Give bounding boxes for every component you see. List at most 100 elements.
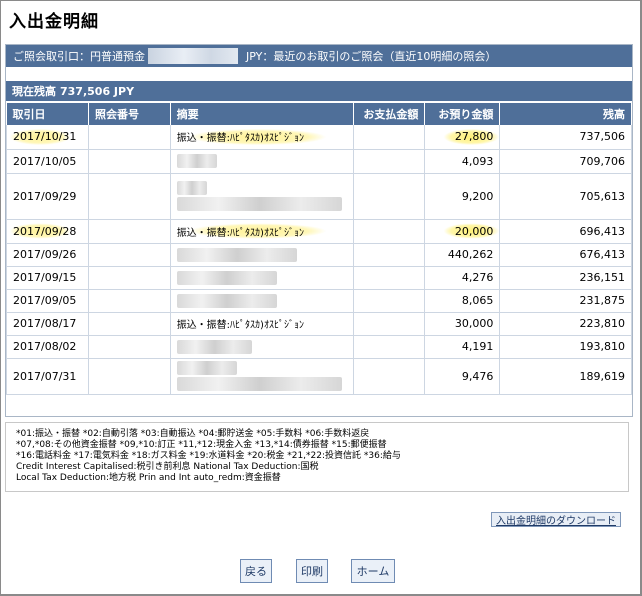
balance-label: 現在残高 — [12, 85, 56, 98]
masked-desc — [176, 247, 297, 262]
row-withdraw — [352, 173, 426, 220]
row-date: 2017/09/29 — [6, 173, 89, 220]
masked-desc — [176, 154, 217, 168]
row-ref — [87, 243, 171, 267]
table-header-row: 取引日 照会番号 摘要 お支払金額 お預り金額 残高 — [6, 103, 632, 125]
row-ref — [87, 125, 171, 150]
balance-amount: 737,506 JPY — [60, 84, 135, 98]
row-ref — [87, 358, 171, 395]
row-balance: 696,413 — [499, 219, 632, 244]
masked-desc — [176, 270, 277, 285]
row-deposit: 27,800 — [424, 125, 501, 150]
masked-desc — [176, 377, 342, 391]
masked-desc — [176, 181, 207, 195]
back-button[interactable]: 戻る — [240, 559, 272, 583]
row-ref — [87, 219, 171, 244]
row-balance: 236,151 — [499, 266, 632, 290]
row-deposit: 20,000 — [424, 219, 501, 244]
row-withdraw — [352, 219, 426, 244]
row-desc-masked — [169, 358, 354, 395]
header-desc: 摘要 — [170, 103, 354, 125]
legend-line: Credit Interest Capitalised:税引き前利息 Natio… — [16, 462, 319, 472]
row-ref — [87, 312, 171, 336]
download-statement-link[interactable]: 入出金明細のダウンロード — [491, 512, 621, 527]
row-withdraw — [352, 243, 426, 267]
row-desc: 振込・振替:ﾊﾋﾟﾀｽｶ)ｵｽﾋﾟｼﾞｮﾝ — [169, 312, 354, 336]
row-balance: 231,875 — [499, 289, 632, 313]
row-withdraw — [352, 312, 426, 336]
row-deposit: 8,065 — [424, 289, 501, 313]
table-row: 2017/09/05 8,065 231,875 — [6, 289, 632, 313]
header-withdraw: お支払金額 — [353, 103, 426, 125]
row-desc-masked — [169, 243, 354, 267]
row-deposit: 9,476 — [424, 358, 501, 395]
row-deposit: 440,262 — [424, 243, 501, 267]
table-row: 2017/09/28 振込・振替:ﾊﾋﾟﾀｽｶ)ｵｽﾋﾟｼﾞｮﾝ 20,000 … — [6, 219, 632, 244]
row-date: 2017/10/05 — [6, 149, 89, 174]
row-deposit: 30,000 — [424, 312, 501, 336]
header-deposit: お預り金額 — [424, 103, 501, 125]
row-date: 2017/09/26 — [6, 243, 89, 267]
row-deposit: 4,191 — [424, 335, 501, 359]
masked-account-number — [148, 48, 238, 64]
row-balance: 737,506 — [499, 125, 632, 150]
table-row: 2017/08/17 振込・振替:ﾊﾋﾟﾀｽｶ)ｵｽﾋﾟｼﾞｮﾝ 30,000 … — [6, 312, 632, 336]
row-balance: 189,619 — [499, 358, 632, 395]
row-ref — [87, 173, 171, 220]
row-deposit: 9,200 — [424, 173, 501, 220]
table-row: 2017/07/31 9,476 189,619 — [6, 358, 632, 395]
row-date: 2017/09/15 — [6, 266, 89, 290]
row-withdraw — [352, 125, 426, 150]
page-title: 入出金明細 — [9, 12, 99, 32]
row-desc: 振込・振替:ﾊﾋﾟﾀｽｶ)ｵｽﾋﾟｼﾞｮﾝ — [169, 219, 354, 244]
row-deposit: 4,276 — [424, 266, 501, 290]
masked-desc — [176, 361, 237, 375]
row-balance: 705,613 — [499, 173, 632, 220]
row-withdraw — [352, 149, 426, 174]
row-deposit: 4,093 — [424, 149, 501, 174]
row-desc-masked — [169, 335, 354, 359]
legend-line: Local Tax Deduction:地方税 Prin and Int aut… — [16, 473, 281, 483]
table-row: 2017/09/26 440,262 676,413 — [6, 243, 632, 267]
row-date: 2017/10/31 — [6, 125, 89, 150]
account-label: ご照会取引口：円普通預金 — [13, 50, 145, 63]
row-desc-masked — [169, 266, 354, 290]
masked-desc — [176, 339, 252, 354]
account-info-bar: ご照会取引口：円普通預金 JPY：最近のお取引のご照会（直近10明細の照会） — [6, 45, 632, 67]
account-currency-info: JPY：最近のお取引のご照会（直近10明細の照会） — [246, 50, 497, 63]
print-button[interactable]: 印刷 — [296, 559, 328, 583]
transaction-code-legend: *01:振込・振替 *02:自動引落 *03:自動振込 *04:郵貯送金 *05… — [5, 422, 629, 492]
row-date: 2017/08/02 — [6, 335, 89, 359]
row-withdraw — [352, 289, 426, 313]
row-desc-masked — [169, 289, 354, 313]
row-date: 2017/08/17 — [6, 312, 89, 336]
table-row: 2017/09/29 9,200 705,613 — [6, 173, 632, 220]
row-desc: 振込・振替:ﾊﾋﾟﾀｽｶ)ｵｽﾋﾟｼﾞｮﾝ — [169, 125, 354, 150]
legend-line: *16:電話料金 *17:電気料金 *18:ガス料金 *19:水道料金 *20:… — [16, 451, 401, 461]
transactions-table: 取引日 照会番号 摘要 お支払金額 お預り金額 残高 2017/10/31 振込… — [6, 103, 632, 395]
row-balance: 709,706 — [499, 149, 632, 174]
legend-line: *07,*08:その他資金振替 *09,*10:訂正 *11,*12:現金入金 … — [16, 440, 387, 450]
row-date: 2017/07/31 — [6, 358, 89, 395]
table-row: 2017/10/31 振込・振替:ﾊﾋﾟﾀｽｶ)ｵｽﾋﾟｼﾞｮﾝ 27,800 … — [6, 125, 632, 150]
header-balance: 残高 — [499, 103, 632, 125]
row-ref — [87, 266, 171, 290]
row-balance: 193,810 — [499, 335, 632, 359]
row-withdraw — [352, 266, 426, 290]
row-ref — [87, 335, 171, 359]
row-withdraw — [352, 358, 426, 395]
row-date: 2017/09/05 — [6, 289, 89, 313]
row-date: 2017/09/28 — [6, 219, 89, 244]
legend-line: *01:振込・振替 *02:自動引落 *03:自動振込 *04:郵貯送金 *05… — [16, 429, 370, 439]
row-ref — [87, 289, 171, 313]
table-row: 2017/10/05 4,093 709,706 — [6, 149, 632, 174]
row-ref — [87, 149, 171, 174]
row-desc-masked — [169, 173, 354, 220]
current-balance-bar: 現在残高 737,506 JPY — [6, 81, 632, 101]
row-withdraw — [352, 335, 426, 359]
row-desc-masked — [169, 149, 354, 174]
header-date: 取引日 — [6, 103, 89, 125]
home-button[interactable]: ホーム — [351, 559, 395, 583]
row-balance: 223,810 — [499, 312, 632, 336]
header-ref: 照会番号 — [88, 103, 171, 125]
